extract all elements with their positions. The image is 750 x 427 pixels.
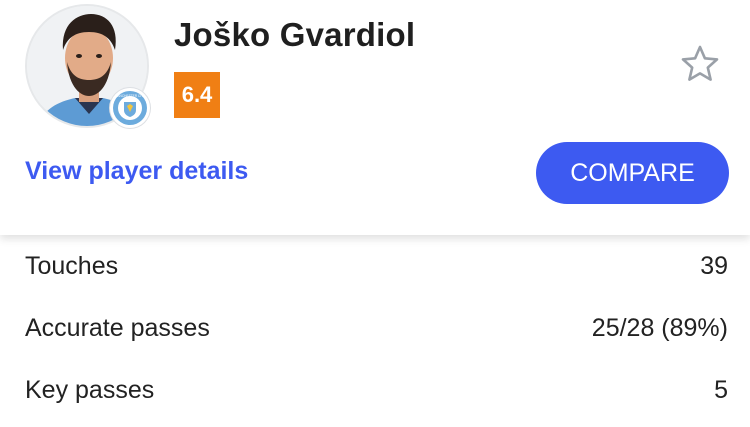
- player-header-card: MANCHESTER CITY Joško Gvardiol 6.4 View …: [0, 0, 750, 235]
- stat-value: 25/28 (89%): [591, 314, 728, 342]
- stat-value: 5: [714, 376, 728, 404]
- stat-row-touches: Touches 39: [25, 252, 728, 281]
- compare-button[interactable]: COMPARE: [536, 142, 729, 204]
- player-rating-badge: 6.4: [174, 72, 220, 118]
- player-name: Joško Gvardiol: [174, 16, 416, 53]
- stat-label: Accurate passes: [25, 314, 210, 342]
- stat-label: Key passes: [25, 376, 155, 404]
- club-badge-text: MANCHESTER CITY: [115, 94, 146, 98]
- manchester-city-badge-icon: MANCHESTER CITY: [110, 88, 150, 128]
- star-outline-icon[interactable]: [680, 44, 720, 84]
- stat-label: Touches: [25, 252, 119, 280]
- stat-row-key-passes: Key passes 5: [25, 376, 728, 405]
- stats-list: Touches 39 Accurate passes 25/28 (89%) K…: [0, 235, 750, 427]
- stat-row-accurate-passes: Accurate passes 25/28 (89%): [25, 314, 728, 343]
- stat-value: 39: [700, 252, 728, 280]
- view-player-details-link[interactable]: View player details: [25, 157, 248, 186]
